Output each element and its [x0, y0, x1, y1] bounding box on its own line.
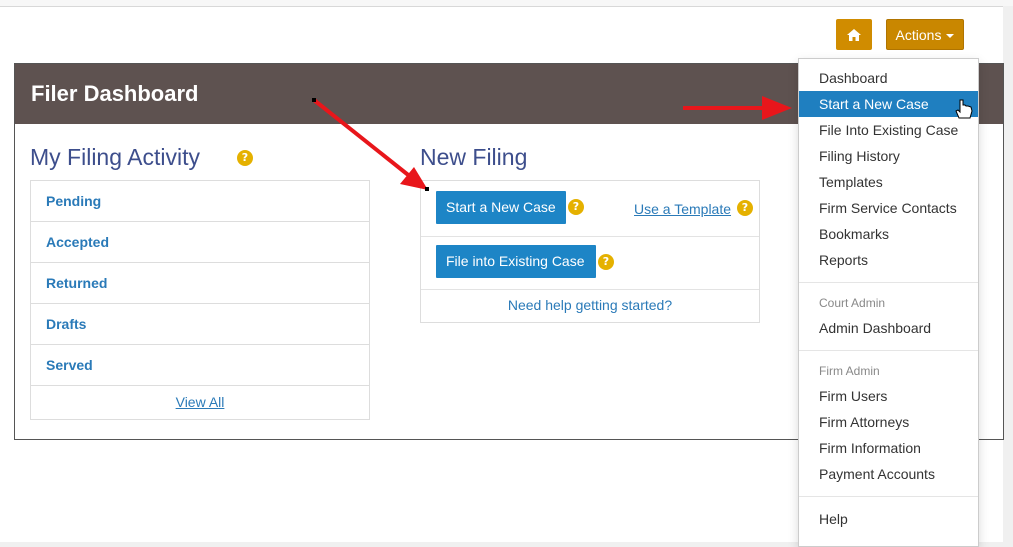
new-filing-title: New Filing	[420, 144, 527, 171]
menu-item-file-into-existing-case[interactable]: File Into Existing Case	[799, 117, 978, 143]
menu-divider	[799, 496, 978, 497]
actions-label: Actions	[895, 26, 942, 43]
caret-down-icon	[946, 33, 955, 38]
menu-divider	[799, 350, 978, 351]
menu-item-reports[interactable]: Reports	[799, 247, 978, 273]
menu-item-admin-dashboard[interactable]: Admin Dashboard	[799, 315, 978, 341]
view-all-link: View All	[31, 386, 369, 418]
view-all-link-text[interactable]: View All	[176, 394, 225, 410]
use-template-help-icon[interactable]: ?	[737, 200, 753, 216]
use-template-link[interactable]: Use a Template	[634, 201, 731, 217]
activity-item-pending[interactable]: Pending	[31, 181, 369, 222]
start-new-case-button[interactable]: Start a New Case	[436, 191, 566, 224]
new-case-row: Start a New Case ? Use a Template ?	[421, 181, 759, 237]
filing-activity-title-text: My Filing Activity	[30, 144, 200, 170]
actions-dropdown-menu: Dashboard Start a New Case File Into Exi…	[798, 58, 979, 547]
home-icon	[847, 28, 861, 41]
court-admin-header: Court Admin	[819, 296, 886, 310]
filing-activity-list: Pending Accepted Returned Drafts Served …	[30, 180, 370, 420]
filing-activity-help-icon[interactable]: ?	[237, 150, 253, 166]
menu-divider	[799, 282, 978, 283]
menu-item-help[interactable]: Help	[799, 506, 978, 532]
activity-item-returned[interactable]: Returned	[31, 263, 369, 304]
menu-item-start-new-case[interactable]: Start a New Case	[799, 91, 978, 117]
menu-item-firm-service-contacts[interactable]: Firm Service Contacts	[799, 195, 978, 221]
start-new-case-help-icon[interactable]: ?	[568, 199, 584, 215]
existing-case-row: File into Existing Case ?	[421, 236, 759, 290]
menu-item-firm-users[interactable]: Firm Users	[799, 383, 978, 409]
menu-item-bookmarks[interactable]: Bookmarks	[799, 221, 978, 247]
firm-admin-header: Firm Admin	[819, 364, 880, 378]
file-existing-help-icon[interactable]: ?	[598, 254, 614, 270]
menu-item-filing-history[interactable]: Filing History	[799, 143, 978, 169]
new-filing-title-text: New Filing	[420, 144, 528, 170]
file-into-existing-case-button[interactable]: File into Existing Case	[436, 245, 596, 278]
menu-item-payment-accounts[interactable]: Payment Accounts	[799, 461, 978, 487]
activity-item-served[interactable]: Served	[31, 345, 369, 386]
actions-dropdown-button[interactable]: Actions	[886, 19, 964, 50]
new-filing-box: Start a New Case ? Use a Template ? File…	[420, 180, 760, 323]
help-getting-started-link[interactable]: Need help getting started?	[421, 297, 759, 313]
activity-item-drafts[interactable]: Drafts	[31, 304, 369, 345]
menu-item-firm-information[interactable]: Firm Information	[799, 435, 978, 461]
filing-activity-title: My Filing Activity	[30, 144, 200, 171]
activity-item-accepted[interactable]: Accepted	[31, 222, 369, 263]
home-button[interactable]	[836, 19, 872, 50]
menu-item-templates[interactable]: Templates	[799, 169, 978, 195]
menu-item-dashboard[interactable]: Dashboard	[799, 65, 978, 91]
menu-item-firm-attorneys[interactable]: Firm Attorneys	[799, 409, 978, 435]
